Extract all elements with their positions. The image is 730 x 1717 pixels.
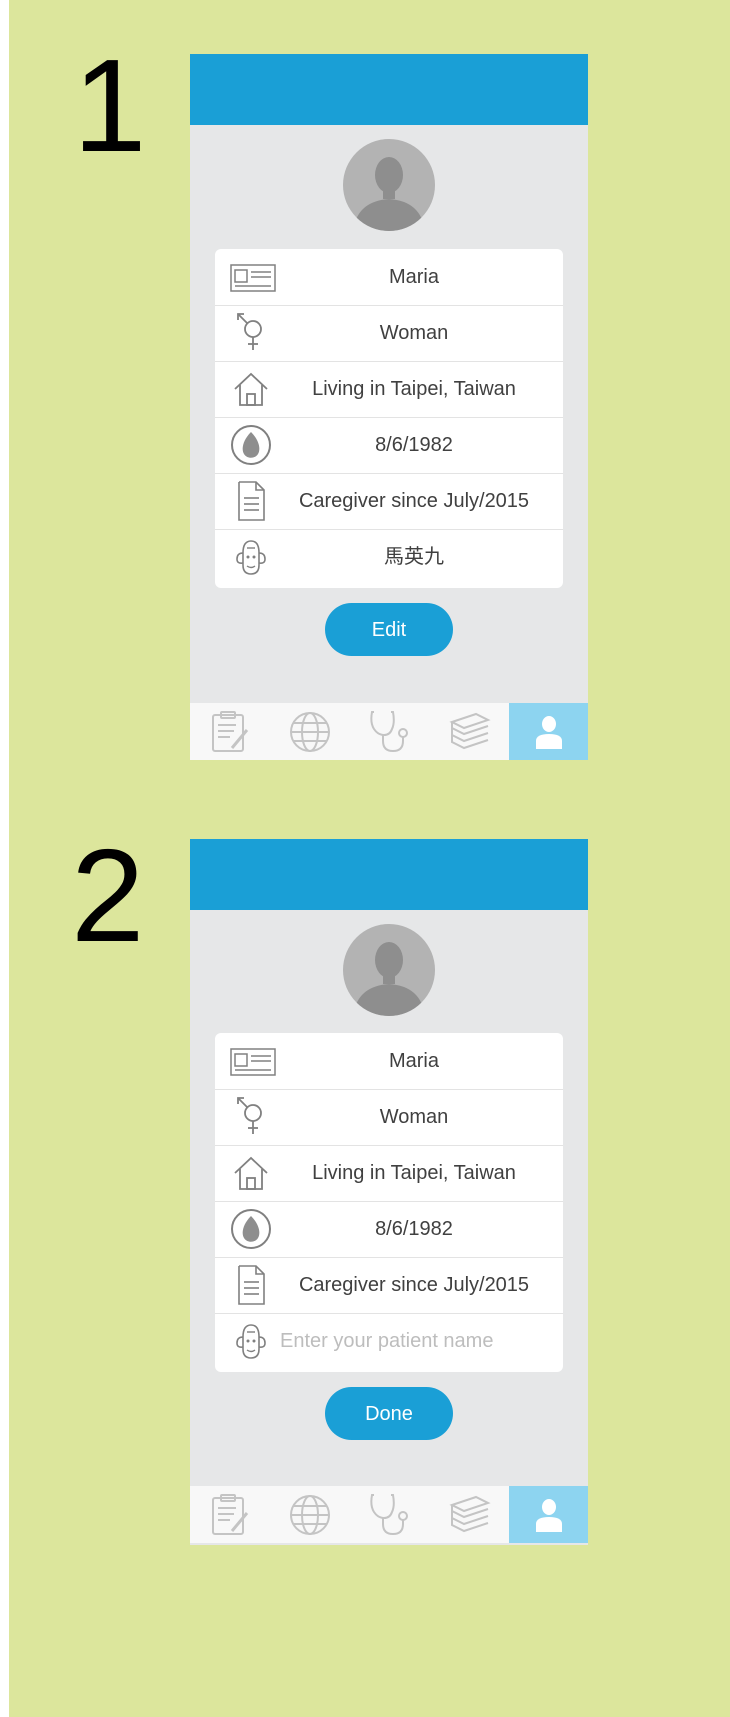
stethoscope-icon: [370, 1493, 408, 1535]
patient-name-value: 馬英九: [384, 546, 444, 568]
step-number-1: 1: [73, 32, 147, 179]
books-icon: [449, 712, 491, 749]
tab-globe[interactable]: [270, 1486, 350, 1543]
app-header-bar: [190, 54, 588, 125]
app-header-bar: [190, 839, 588, 910]
profile-icon: [535, 1498, 562, 1532]
done-button[interactable]: Done: [325, 1387, 453, 1440]
gender-row[interactable]: Woman: [215, 305, 563, 362]
globe-icon: [290, 1494, 330, 1535]
phone-screen-1: Maria Woman Living in Taipei, Taiwan 8/6…: [190, 54, 588, 760]
location-value: Living in Taipei, Taiwan: [312, 378, 516, 400]
patient-name-row[interactable]: [215, 1313, 563, 1369]
person-silhouette-icon: [353, 942, 425, 1016]
location-row[interactable]: Living in Taipei, Taiwan: [215, 1145, 563, 1202]
name-value: Maria: [388, 266, 439, 288]
patient-name-row[interactable]: 馬英九: [215, 529, 563, 585]
tab-profile[interactable]: [509, 703, 588, 760]
tab-library[interactable]: [430, 1486, 510, 1543]
notes-icon: [212, 710, 249, 752]
profile-info-card: Maria Woman Living in Taipei, Taiwan 8/6…: [215, 1033, 563, 1372]
birthdate-value: 8/6/1982: [375, 434, 453, 456]
gender-row[interactable]: Woman: [215, 1089, 563, 1146]
caregiver-since-row[interactable]: Caregiver since July/2015: [215, 473, 563, 530]
tab-stethoscope[interactable]: [350, 703, 430, 760]
avatar[interactable]: [343, 139, 435, 231]
step-number-2: 2: [71, 822, 145, 969]
caregiver-since-row[interactable]: Caregiver since July/2015: [215, 1257, 563, 1314]
stethoscope-icon: [370, 710, 408, 752]
person-silhouette-icon: [353, 157, 425, 231]
birthdate-value: 8/6/1982: [375, 1218, 453, 1240]
tab-notes[interactable]: [190, 703, 270, 760]
birthdate-row[interactable]: 8/6/1982: [215, 1201, 563, 1258]
gender-value: Woman: [379, 322, 449, 344]
caregiver-since-value: Caregiver since July/2015: [298, 490, 530, 512]
name-row[interactable]: Maria: [215, 1033, 563, 1090]
name-row[interactable]: Maria: [215, 249, 563, 306]
profile-info-card: Maria Woman Living in Taipei, Taiwan 8/6…: [215, 249, 563, 588]
name-value: Maria: [388, 1050, 439, 1072]
tab-stethoscope[interactable]: [350, 1486, 430, 1543]
globe-icon: [290, 711, 330, 752]
bottom-tab-bar: [190, 1486, 588, 1543]
left-margin-strip: [0, 0, 9, 1717]
tab-notes[interactable]: [190, 1486, 270, 1543]
edit-button[interactable]: Edit: [325, 603, 453, 656]
location-row[interactable]: Living in Taipei, Taiwan: [215, 361, 563, 418]
patient-name-input[interactable]: [265, 1313, 548, 1369]
bottom-tab-bar: [190, 703, 588, 760]
gender-value: Woman: [379, 1106, 449, 1128]
tab-library[interactable]: [430, 703, 510, 760]
tab-profile[interactable]: [509, 1486, 588, 1543]
caregiver-since-value: Caregiver since July/2015: [298, 1274, 530, 1296]
birthdate-row[interactable]: 8/6/1982: [215, 417, 563, 474]
avatar[interactable]: [343, 924, 435, 1016]
location-value: Living in Taipei, Taiwan: [312, 1162, 516, 1184]
tab-globe[interactable]: [270, 703, 350, 760]
profile-icon: [535, 715, 562, 749]
notes-icon: [212, 1493, 249, 1535]
phone-screen-2: Maria Woman Living in Taipei, Taiwan 8/6…: [190, 839, 588, 1545]
books-icon: [449, 1495, 491, 1532]
